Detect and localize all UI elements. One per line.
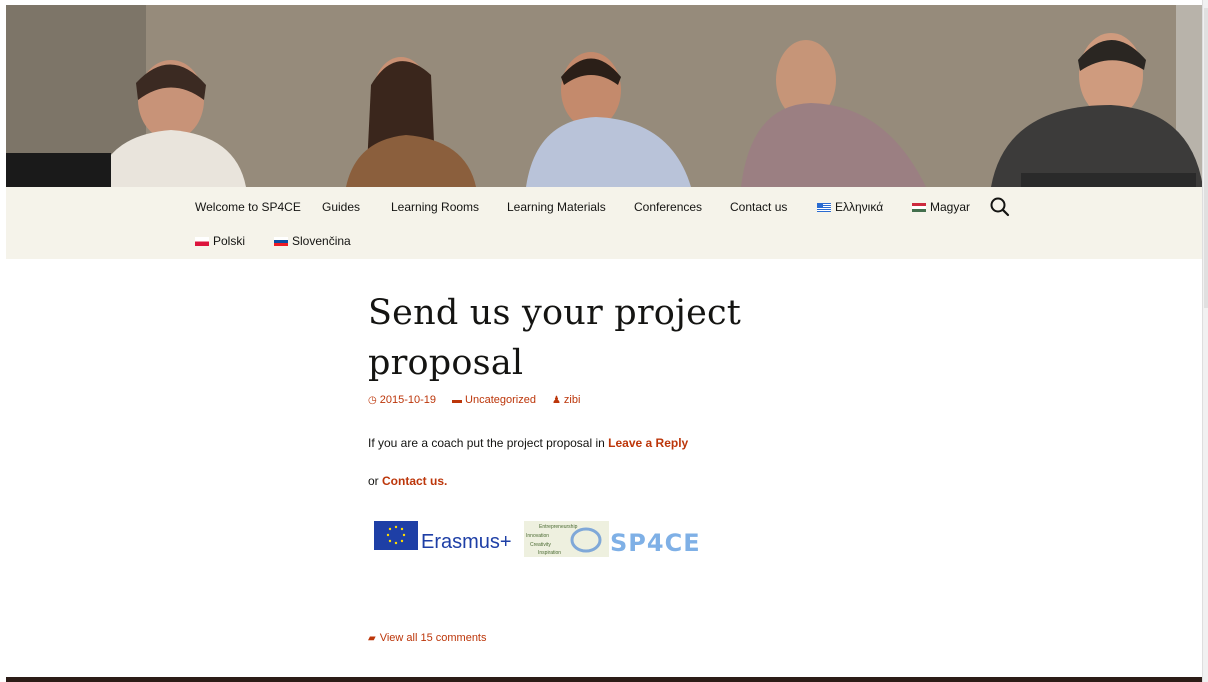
nav-item-welcome[interactable]: Welcome to SP4CE — [195, 200, 301, 214]
search-icon[interactable] — [989, 196, 1011, 218]
view-comments-link[interactable]: ▰ View all 15 comments — [368, 632, 487, 644]
post-content: Send us your project proposal ◷ 2015-10-… — [368, 288, 928, 488]
comment-icon: ▰ — [368, 632, 376, 644]
post-category-link[interactable]: ▬ Uncategorized — [452, 394, 536, 406]
scrollbar-thumb[interactable] — [1204, 8, 1208, 308]
nav-item-conferences[interactable]: Conferences — [634, 200, 702, 214]
tagline-line-2: Innovation — [526, 533, 549, 539]
leave-reply-link[interactable]: Leave a Reply — [608, 436, 688, 450]
post-title: Send us your project proposal — [368, 293, 742, 383]
main-navigation: Welcome to SP4CE Guides Learning Rooms L… — [6, 187, 1203, 259]
nav-item-slovak[interactable]: Slovenčina — [274, 234, 351, 248]
nav-item-polish[interactable]: Polski — [195, 234, 245, 248]
eu-flag-icon — [374, 521, 418, 550]
nav-item-learning-materials[interactable]: Learning Materials — [507, 200, 606, 214]
user-icon: ♟ — [551, 394, 561, 406]
tagline-line-4: Inspiration — [538, 550, 561, 556]
post-meta: ◷ 2015-10-19 ▬ Uncategorized ♟ zibi — [368, 394, 928, 406]
nav-item-learning-rooms[interactable]: Learning Rooms — [391, 200, 479, 214]
nav-item-guides[interactable]: Guides — [322, 200, 360, 214]
header-banner-image — [6, 5, 1203, 187]
erasmus-logo-text: Erasmus+ — [421, 531, 512, 553]
nav-item-contact-us[interactable]: Contact us — [730, 200, 787, 214]
contact-us-link[interactable]: Contact us. — [382, 474, 447, 488]
sp4ce-logo-text: SP4CE — [610, 529, 701, 557]
banner-photo — [6, 5, 1203, 187]
tagline-line-1: Entrepreneurship — [539, 524, 578, 530]
greece-flag-icon — [817, 202, 831, 212]
partner-logos: Erasmus+ Entrepreneurship Innovation Cre… — [374, 521, 701, 557]
clock-icon: ◷ — [368, 394, 377, 406]
post-contact-paragraph: or Contact us. — [368, 474, 448, 488]
folder-icon: ▬ — [452, 394, 463, 406]
post-body-paragraph: If you are a coach put the project propo… — [368, 436, 689, 450]
nav-item-greek[interactable]: Ελληνικά — [817, 200, 883, 214]
nav-item-hungarian[interactable]: Magyar — [912, 200, 970, 214]
post-author-link[interactable]: ♟ zibi — [552, 394, 580, 406]
hungary-flag-icon — [912, 202, 926, 212]
poland-flag-icon — [195, 236, 209, 246]
post-date-link[interactable]: ◷ 2015-10-19 — [368, 394, 436, 406]
footer-bar — [6, 677, 1203, 682]
tagline-line-3: Creativity — [530, 542, 551, 548]
slovakia-flag-icon — [274, 236, 288, 246]
